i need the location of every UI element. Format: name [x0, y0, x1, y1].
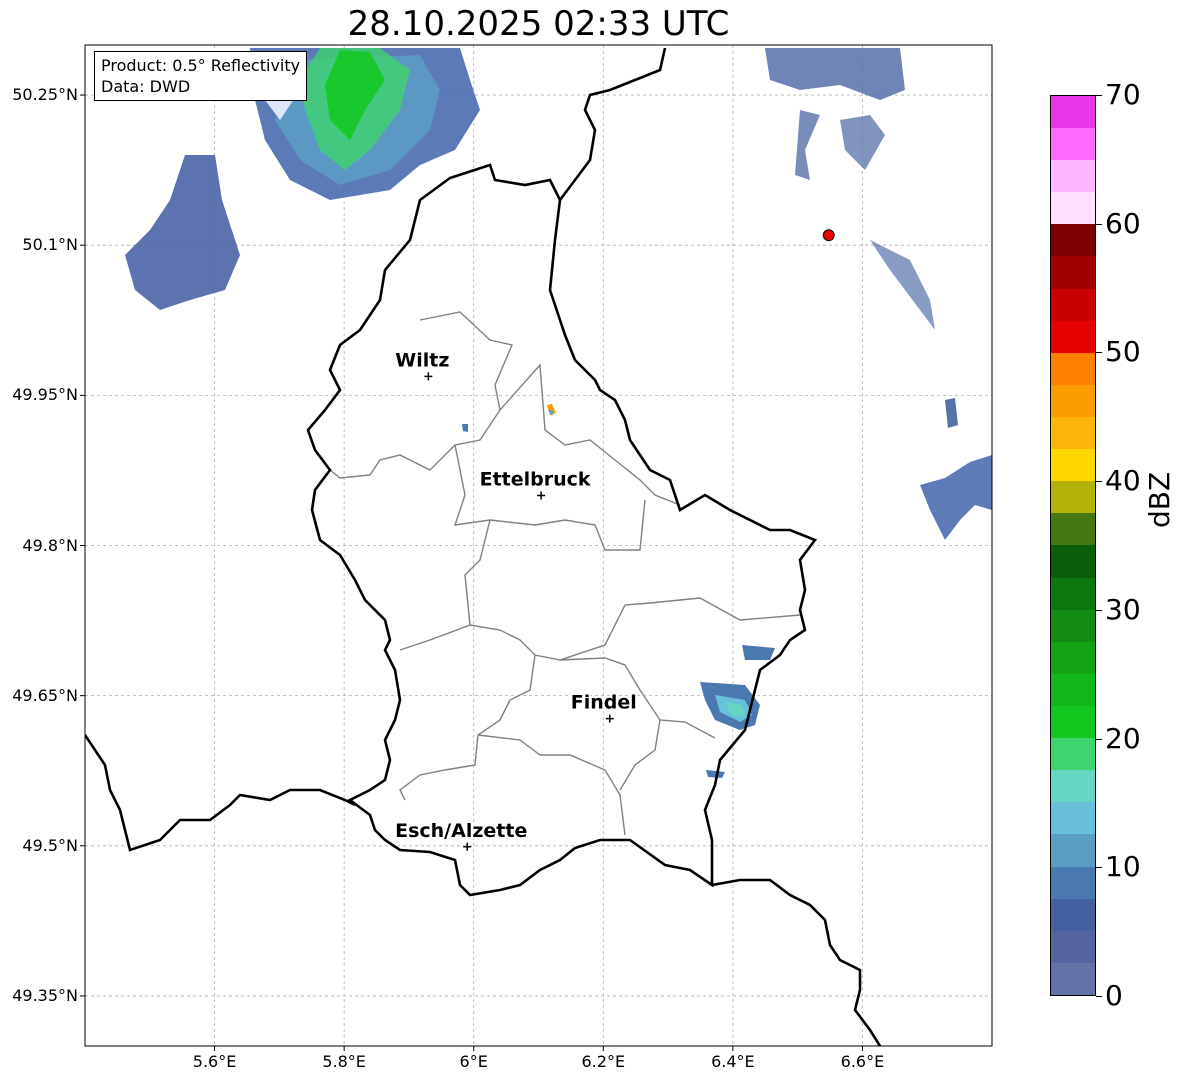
border-luxembourg — [306, 163, 818, 897]
colorbar-unit-label: dBZ — [1143, 471, 1176, 528]
colorbar-tick — [1096, 223, 1102, 225]
colorbar-step — [1051, 609, 1095, 642]
latitude-label: 49.8°N — [22, 535, 78, 555]
longitude-label: 6.6°E — [840, 1052, 885, 1071]
colorbar-tick — [1096, 481, 1102, 483]
city-marker: Ettelbruck — [478, 467, 592, 500]
colorbar-step — [1051, 352, 1095, 385]
colorbar-step — [1051, 513, 1095, 546]
colorbar-tick-label: 30 — [1105, 592, 1141, 626]
city-markers: Wiltz Ettelbruck Findel Esch/Alzette — [394, 348, 638, 851]
source-label: Data: DWD — [101, 77, 191, 96]
longitude-label: 5.8°E — [322, 1052, 366, 1071]
colorbar-step — [1051, 673, 1095, 707]
colorbar-step — [1051, 770, 1095, 803]
radar-site-marker — [822, 229, 835, 242]
longitude-label: 6.2°E — [581, 1052, 626, 1071]
city-label: Findel — [571, 692, 637, 714]
colorbar-tick-label: 70 — [1105, 78, 1141, 111]
city-cross-icon — [537, 491, 546, 500]
colorbar-step — [1051, 834, 1095, 867]
city-label: Wiltz — [395, 349, 449, 371]
colorbar-step — [1051, 545, 1095, 578]
colorbar-tick-label: 60 — [1105, 206, 1141, 240]
longitude-label: 6°E — [459, 1052, 488, 1071]
colorbar-step — [1051, 417, 1095, 450]
city-cross-icon — [605, 714, 614, 723]
colorbar-step — [1051, 160, 1095, 193]
colorbar-tick — [1096, 352, 1102, 354]
colorbar-step — [1051, 802, 1095, 835]
colorbar-step — [1051, 320, 1095, 353]
longitude-label: 5.6°E — [192, 1052, 237, 1071]
colorbar-tick-label: 40 — [1105, 464, 1141, 498]
latitude-label: 50.25°N — [12, 85, 78, 105]
colorbar-step — [1051, 962, 1095, 995]
colorbar-step — [1051, 577, 1095, 610]
colorbar-step — [1051, 738, 1095, 771]
colorbar-step — [1051, 95, 1095, 129]
latitude-label: 49.95°N — [12, 385, 78, 405]
echo-cluster-ne — [765, 48, 905, 100]
colorbar-step — [1051, 866, 1095, 899]
colorbar-tick-label: 50 — [1105, 335, 1141, 369]
colorbar-step — [1051, 192, 1095, 225]
colorbar-tick-label: 10 — [1105, 850, 1141, 884]
city-cross-icon — [424, 372, 433, 381]
colorbar-step — [1051, 224, 1095, 257]
colorbar-tick — [1096, 996, 1102, 997]
colorbar-tick — [1096, 738, 1102, 740]
colorbar-step — [1051, 128, 1095, 161]
colorbar-step — [1051, 288, 1095, 321]
colorbar-step — [1051, 481, 1095, 514]
colorbar-step — [1051, 641, 1095, 674]
colorbar-step — [1051, 930, 1095, 963]
colorbar — [1050, 95, 1096, 996]
city-marker: Wiltz — [394, 348, 451, 381]
colorbar-tick — [1096, 95, 1102, 96]
info-box: Product: 0.5° Reflectivity Data: DWD — [94, 51, 308, 101]
product-label: Product: 0.5° Reflectivity — [101, 56, 301, 75]
colorbar-step — [1051, 384, 1095, 418]
radar-echoes — [125, 48, 992, 778]
radar-map: Wiltz Ettelbruck Findel Esch/Alzette — [80, 44, 993, 1051]
colorbar-tick — [1096, 867, 1102, 869]
colorbar-step — [1051, 706, 1095, 739]
longitude-label: 6.4°E — [711, 1052, 755, 1071]
colorbar-tick-label: 0 — [1105, 979, 1123, 1012]
colorbar-step — [1051, 898, 1095, 931]
latitude-label: 49.5°N — [22, 835, 78, 855]
colorbar-step — [1051, 449, 1095, 482]
city-marker: Findel — [569, 690, 638, 723]
colorbar-tick-label: 20 — [1105, 721, 1141, 755]
colorbar-tick — [1096, 609, 1102, 611]
border-belgium-france — [85, 734, 356, 852]
city-label: Ettelbruck — [480, 468, 591, 490]
border-germany-north — [558, 47, 667, 201]
latitude-label: 50.1°N — [22, 235, 78, 255]
city-label: Esch/Alzette — [395, 820, 527, 842]
latitude-label: 49.65°N — [12, 685, 78, 705]
border-germany-south — [711, 878, 882, 1046]
latitude-label: 49.35°N — [12, 985, 78, 1005]
colorbar-step — [1051, 256, 1095, 289]
district-boundaries — [329, 311, 801, 836]
echo-cluster-east — [920, 455, 992, 540]
echo-cluster-west — [125, 155, 240, 310]
city-cross-icon — [463, 842, 472, 851]
